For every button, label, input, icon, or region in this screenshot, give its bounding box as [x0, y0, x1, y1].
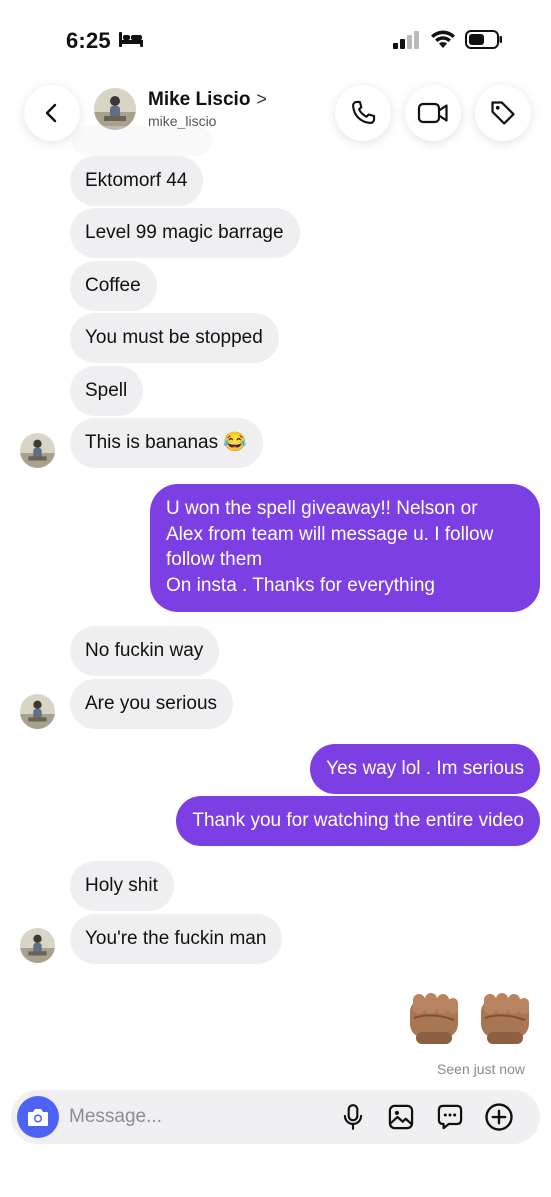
microphone-icon — [343, 1104, 363, 1130]
tag-icon — [491, 101, 515, 125]
message-composer — [11, 1090, 540, 1144]
sticker-button[interactable] — [435, 1102, 465, 1132]
fist-bump-emoji[interactable] — [473, 988, 537, 1052]
status-icons — [393, 30, 503, 49]
label-button[interactable] — [475, 85, 531, 141]
message-line: follow them — [166, 549, 263, 570]
fist-bump-emoji[interactable] — [402, 988, 466, 1052]
partial-message-bubble — [72, 126, 212, 156]
contact-avatar[interactable] — [94, 88, 136, 130]
add-icon — [485, 1103, 513, 1131]
battery-icon — [465, 30, 502, 49]
camera-icon — [28, 1109, 48, 1126]
incoming-message[interactable]: No fuckin way — [70, 626, 220, 676]
video-camera-icon — [417, 102, 448, 124]
seen-status: Seen just now — [437, 1061, 525, 1077]
contact-info[interactable]: Mike Liscio > mike_liscio — [94, 88, 267, 130]
camera-button[interactable] — [17, 1096, 59, 1138]
message-line: U won the spell giveaway!! Nelson or — [166, 498, 478, 519]
incoming-message[interactable]: Level 99 magic barrage — [70, 208, 300, 258]
status-time: 6:25 — [66, 28, 111, 53]
sender-avatar[interactable] — [20, 694, 55, 729]
incoming-message[interactable]: You're the fuckin man — [70, 914, 283, 964]
voice-call-button[interactable] — [335, 85, 391, 141]
video-call-button[interactable] — [405, 85, 461, 141]
incoming-message[interactable]: Are you serious — [70, 679, 234, 729]
bed-icon — [119, 32, 143, 47]
message-line: Alex from team will message u. I follow — [166, 523, 494, 545]
contact-name: Mike Liscio — [148, 89, 251, 110]
gallery-icon — [388, 1104, 414, 1130]
incoming-message[interactable]: Holy shit — [70, 861, 174, 911]
incoming-message[interactable]: Ektomorf 44 — [70, 156, 204, 206]
message-input[interactable] — [69, 1103, 319, 1131]
sticker-chat-icon — [437, 1104, 463, 1130]
phone-icon — [352, 100, 376, 124]
message-line: On insta . Thanks for everything — [166, 574, 435, 596]
gallery-button[interactable] — [386, 1102, 416, 1132]
microphone-button[interactable] — [338, 1102, 368, 1132]
back-arrow-icon — [45, 103, 57, 123]
outgoing-message[interactable]: Thank you for watching the entire video — [176, 796, 540, 846]
sender-avatar[interactable] — [20, 928, 55, 963]
chevron-right-icon: > — [256, 89, 267, 109]
status-bar: 6:25 — [0, 0, 551, 72]
outgoing-message[interactable]: U won the spell giveaway!! Nelson or Ale… — [150, 484, 540, 612]
wifi-icon — [431, 30, 455, 48]
incoming-message[interactable]: You must be stopped — [70, 313, 279, 363]
sender-avatar[interactable] — [20, 433, 55, 468]
incoming-message[interactable]: Coffee — [70, 261, 157, 311]
incoming-message[interactable]: This is bananas 😂 — [70, 418, 264, 468]
incoming-message[interactable]: Spell — [70, 366, 144, 416]
add-button[interactable] — [484, 1102, 514, 1132]
cellular-signal-icon — [393, 30, 419, 49]
back-button[interactable] — [24, 85, 80, 141]
outgoing-message[interactable]: Yes way lol . Im serious — [310, 744, 540, 794]
